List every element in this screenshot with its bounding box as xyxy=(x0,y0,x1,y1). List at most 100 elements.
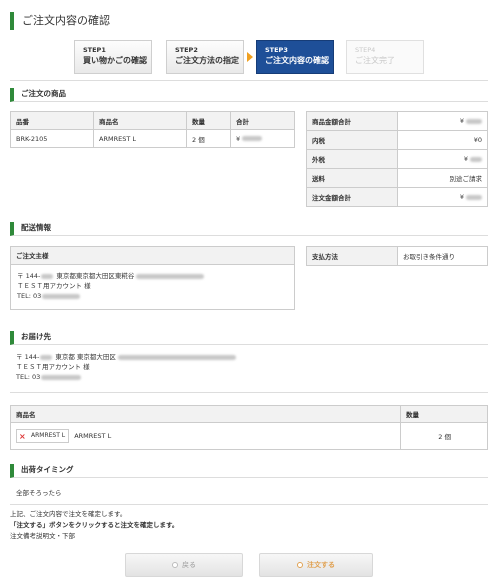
back-button-icon xyxy=(172,562,178,568)
note-line-2: 「注文する」ボタンをクリックすると注文を確定します。 xyxy=(10,521,179,529)
orderer-name: ＴＥＳＴ用アカウント 様 xyxy=(17,282,91,290)
redacted-value xyxy=(42,293,81,299)
step-3: STEP3 ご注文内容の確認 xyxy=(256,40,334,74)
column-header-item-name: 商品名 xyxy=(10,405,401,423)
summary-label: 送料 xyxy=(306,168,398,188)
step-1-number: STEP1 xyxy=(83,46,106,54)
divider xyxy=(10,392,488,393)
back-button-label: 戻る xyxy=(182,561,196,569)
ship-items-header: 商品名 数量 xyxy=(10,405,488,423)
summary-value: ¥ xyxy=(459,117,464,125)
ship-to-tel: TEL: 03 xyxy=(16,373,41,381)
products-section-title: ご注文の商品 xyxy=(10,88,488,102)
product-name: ARMREST L xyxy=(93,129,187,148)
ship-item-cell: × ARMREST L ARMREST L xyxy=(10,422,401,450)
redacted-value xyxy=(466,194,482,200)
payment-table: 支払方法 お取引き条件通り xyxy=(306,246,488,266)
summary-label: 注文金額合計 xyxy=(306,187,398,207)
divider xyxy=(10,504,488,505)
redacted-value xyxy=(117,354,236,360)
ship-to-address: 東京都 東京都大田区 xyxy=(55,353,116,361)
place-order-button[interactable]: 注文する xyxy=(259,553,373,577)
summary-value: ¥ xyxy=(463,155,468,163)
product-total-cell: ¥ xyxy=(230,129,295,148)
products-table-header: 品番 商品名 数量 合計 xyxy=(10,111,295,130)
redacted-value xyxy=(136,273,205,279)
product-thumbnail: × ARMREST L xyxy=(16,429,70,443)
column-header-item-qty: 数量 xyxy=(400,405,488,423)
ship-to-details: 〒 144- 東京都 東京都大田区 ＴＥＳＴ用アカウント 様 TEL: 03 xyxy=(16,352,236,382)
redacted-value xyxy=(470,156,482,162)
column-header-code: 品番 xyxy=(10,111,94,130)
summary-row: 内税 ¥0 xyxy=(306,130,488,150)
step-1: STEP1 買い物かごの確認 xyxy=(74,40,152,74)
orderer-header: ご注文主様 xyxy=(11,247,294,265)
ship-to-name: ＴＥＳＴ用アカウント 様 xyxy=(16,363,90,371)
redacted-value xyxy=(41,374,82,380)
step-4-number: STEP4 xyxy=(355,46,376,54)
step-2-label: ご注文方法の指定 xyxy=(175,56,239,65)
summary-value: 別途ご請求 xyxy=(397,168,488,188)
back-button[interactable]: 戻る xyxy=(125,553,243,577)
summary-row: 送料 別途ご請求 xyxy=(306,168,488,188)
redacted-value xyxy=(466,118,482,124)
orderer-address: 東京都東京都大田区東糀谷 xyxy=(56,272,135,280)
payment-label: 支払方法 xyxy=(306,246,398,266)
step-3-label: ご注文内容の確認 xyxy=(265,56,329,65)
confirmation-notes: 上記、ご注文内容で注文を確定します。 「注文する」ボタンをクリックすると注文を確… xyxy=(10,509,178,542)
step-1-label: 買い物かごの確認 xyxy=(83,56,147,65)
product-total: ¥ xyxy=(236,134,241,143)
ship-item-name: ARMREST L xyxy=(74,432,112,440)
place-order-button-label: 注文する xyxy=(307,561,335,569)
summary-row: 外税 ¥ xyxy=(306,149,488,169)
summary-label: 内税 xyxy=(306,130,398,150)
ship-to-section-title: お届け先 xyxy=(10,331,488,345)
summary-value: ¥ xyxy=(459,193,464,201)
note-line-1: 上記、ご注文内容で注文を確定します。 xyxy=(10,510,127,518)
summary-label: 外税 xyxy=(306,149,398,169)
column-header-qty: 数量 xyxy=(186,111,231,130)
step-3-number: STEP3 xyxy=(265,46,288,54)
step-4-label: ご注文完了 xyxy=(355,56,395,65)
summary-row: 商品金額合計 ¥ xyxy=(306,111,488,131)
summary-row: 注文金額合計 ¥ xyxy=(306,187,488,207)
orderer-address-line: 〒 144- 東京都東京都大田区東糀谷 xyxy=(17,271,294,281)
step-2-number: STEP2 xyxy=(175,46,198,54)
redacted-value xyxy=(242,136,263,141)
current-step-arrow-icon xyxy=(247,52,253,62)
ship-to-postal: 〒 144- xyxy=(16,353,40,361)
redacted-value xyxy=(41,273,54,279)
broken-image-icon: × xyxy=(19,432,26,441)
checkout-steps: STEP1 買い物かごの確認 STEP2 ご注文方法の指定 STEP3 ご注文内… xyxy=(74,40,426,74)
table-row: × ARMREST L ARMREST L 2 個 xyxy=(10,422,488,450)
summary-value-cell: ¥ xyxy=(397,149,488,169)
column-header-total: 合計 xyxy=(230,111,295,130)
timing-section-title: 出荷タイミング xyxy=(10,464,488,478)
product-qty: 2 個 xyxy=(186,129,231,148)
ship-item-qty: 2 個 xyxy=(400,422,488,450)
delivery-section-title: 配送情報 xyxy=(10,222,488,236)
ship-to-tel-line: TEL: 03 xyxy=(16,372,236,382)
column-header-name: 商品名 xyxy=(93,111,187,130)
products-table: 品番 商品名 数量 合計 BRK-2105 ARMREST L 2 個 ¥ xyxy=(10,111,295,148)
table-row: BRK-2105 ARMREST L 2 個 ¥ xyxy=(10,129,295,148)
divider xyxy=(10,80,488,81)
orderer-box: ご注文主様 〒 144- 東京都東京都大田区東糀谷 ＴＥＳＴ用アカウント 様 TE… xyxy=(10,246,295,310)
orderer-postal: 〒 144- xyxy=(17,272,41,280)
thumbnail-alt-text: ARMREST L xyxy=(31,432,66,439)
page-title: ご注文内容の確認 xyxy=(10,12,110,30)
step-2: STEP2 ご注文方法の指定 xyxy=(166,40,244,74)
note-line-3: 注文備考説明文・下部 xyxy=(10,532,75,540)
orderer-tel: TEL: 03 xyxy=(17,292,42,300)
orderer-details: 〒 144- 東京都東京都大田区東糀谷 ＴＥＳＴ用アカウント 様 TEL: 03 xyxy=(11,265,294,301)
summary-table: 商品金額合計 ¥ 内税 ¥0 外税 ¥ 送料 別途ご請求 注文金額合計 ¥ xyxy=(306,111,488,207)
summary-value: ¥0 xyxy=(397,130,488,150)
orderer-tel-line: TEL: 03 xyxy=(17,291,294,301)
step-4: STEP4 ご注文完了 xyxy=(346,40,424,74)
summary-label: 商品金額合計 xyxy=(306,111,398,131)
payment-value: お取引き条件通り xyxy=(397,246,488,266)
product-code: BRK-2105 xyxy=(10,129,94,148)
ship-items-table: 商品名 数量 × ARMREST L ARMREST L 2 個 xyxy=(10,405,488,450)
ship-to-address-line: 〒 144- 東京都 東京都大田区 xyxy=(16,352,236,362)
summary-value-cell: ¥ xyxy=(397,187,488,207)
